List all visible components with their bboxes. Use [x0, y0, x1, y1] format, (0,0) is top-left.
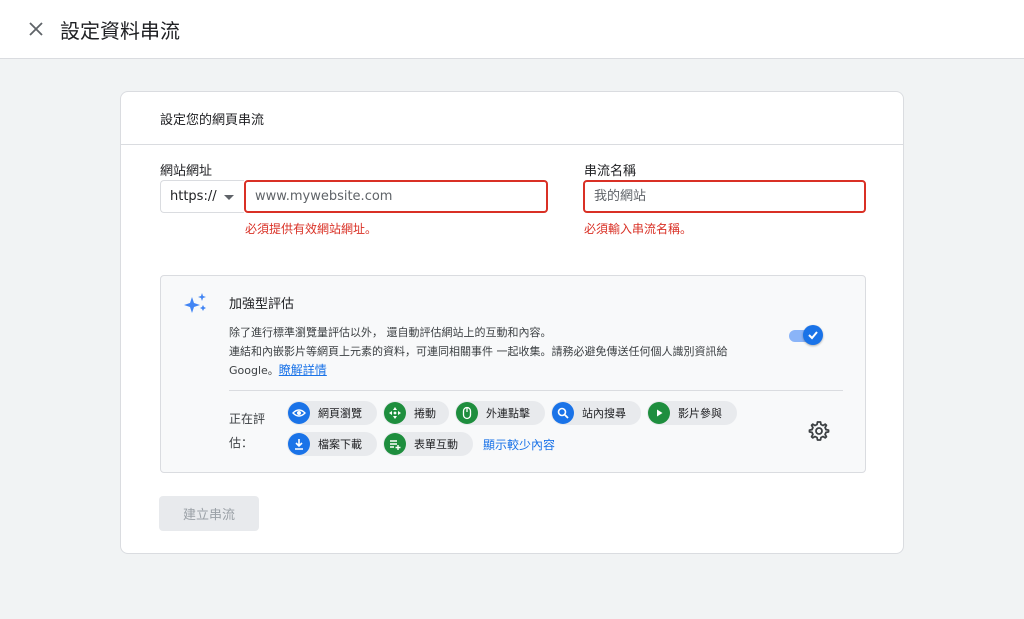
sparkle-icon [184, 293, 206, 313]
chevron-down-icon [224, 195, 234, 200]
scroll-icon [384, 402, 406, 424]
description-line-3: Google。 [229, 364, 279, 377]
stream-name-error: 必須輸入串流名稱。 [584, 222, 693, 236]
chip-site-search[interactable]: 站內搜尋 [551, 401, 641, 425]
website-url-label: 網站網址 [160, 164, 213, 179]
website-url-error: 必須提供有效網站網址。 [245, 222, 378, 236]
search-icon [552, 402, 574, 424]
close-icon [29, 22, 43, 36]
chip-video-engagement[interactable]: 影片參與 [647, 401, 737, 425]
divider [229, 390, 843, 391]
chip-page-views[interactable]: 網頁瀏覽 [287, 401, 377, 425]
enhanced-measurement-toggle[interactable] [789, 325, 823, 347]
enhanced-measurement-title: 加強型評估 [229, 297, 295, 312]
description-line-1: 除了進行標準瀏覽量評估以外， 還自動評估網站上的互動和內容。 [229, 326, 552, 339]
download-icon [288, 433, 310, 455]
play-icon [648, 402, 670, 424]
stream-name-label: 串流名稱 [584, 164, 637, 179]
mouse-icon [456, 402, 478, 424]
enhanced-measurement-panel: 加強型評估 除了進行標準瀏覽量評估以外， 還自動評估網站上的互動和內容。 連結和… [160, 275, 866, 473]
card-title: 設定您的網頁串流 [121, 92, 903, 145]
chip-scrolls[interactable]: 捲動 [383, 401, 449, 425]
page-title: 設定資料串流 [60, 18, 180, 43]
close-button[interactable] [24, 17, 48, 41]
stream-setup-card: 設定您的網頁串流 網站網址 https:// 必須提供有效網站網址。 串流名稱 … [120, 91, 904, 554]
show-less-link[interactable]: 顯示較少內容 [483, 436, 555, 453]
stream-name-input[interactable] [583, 180, 866, 213]
create-stream-button[interactable]: 建立串流 [159, 496, 259, 531]
learn-more-link[interactable]: 瞭解詳情 [279, 363, 327, 377]
form-icon [384, 433, 406, 455]
top-bar: 設定資料串流 [0, 0, 1024, 59]
eye-icon [288, 402, 310, 424]
chip-outbound-clicks[interactable]: 外連點擊 [455, 401, 545, 425]
chip-form-interactions[interactable]: 表單互動 [383, 432, 473, 456]
enhanced-measurement-description: 除了進行標準瀏覽量評估以外， 還自動評估網站上的互動和內容。 連結和內嵌影片等網… [229, 323, 769, 380]
check-icon [803, 325, 823, 345]
gear-icon[interactable] [807, 419, 831, 443]
chip-file-downloads[interactable]: 檔案下載 [287, 432, 377, 456]
website-url-input[interactable] [244, 180, 548, 213]
measuring-label: 正在評估： [229, 412, 266, 450]
protocol-select[interactable]: https:// [160, 180, 244, 213]
protocol-value: https:// [170, 189, 217, 204]
description-line-2: 連結和內嵌影片等網頁上元素的資料，可連同相關事件 一起收集。請務必避免傳送任何個… [229, 345, 728, 358]
